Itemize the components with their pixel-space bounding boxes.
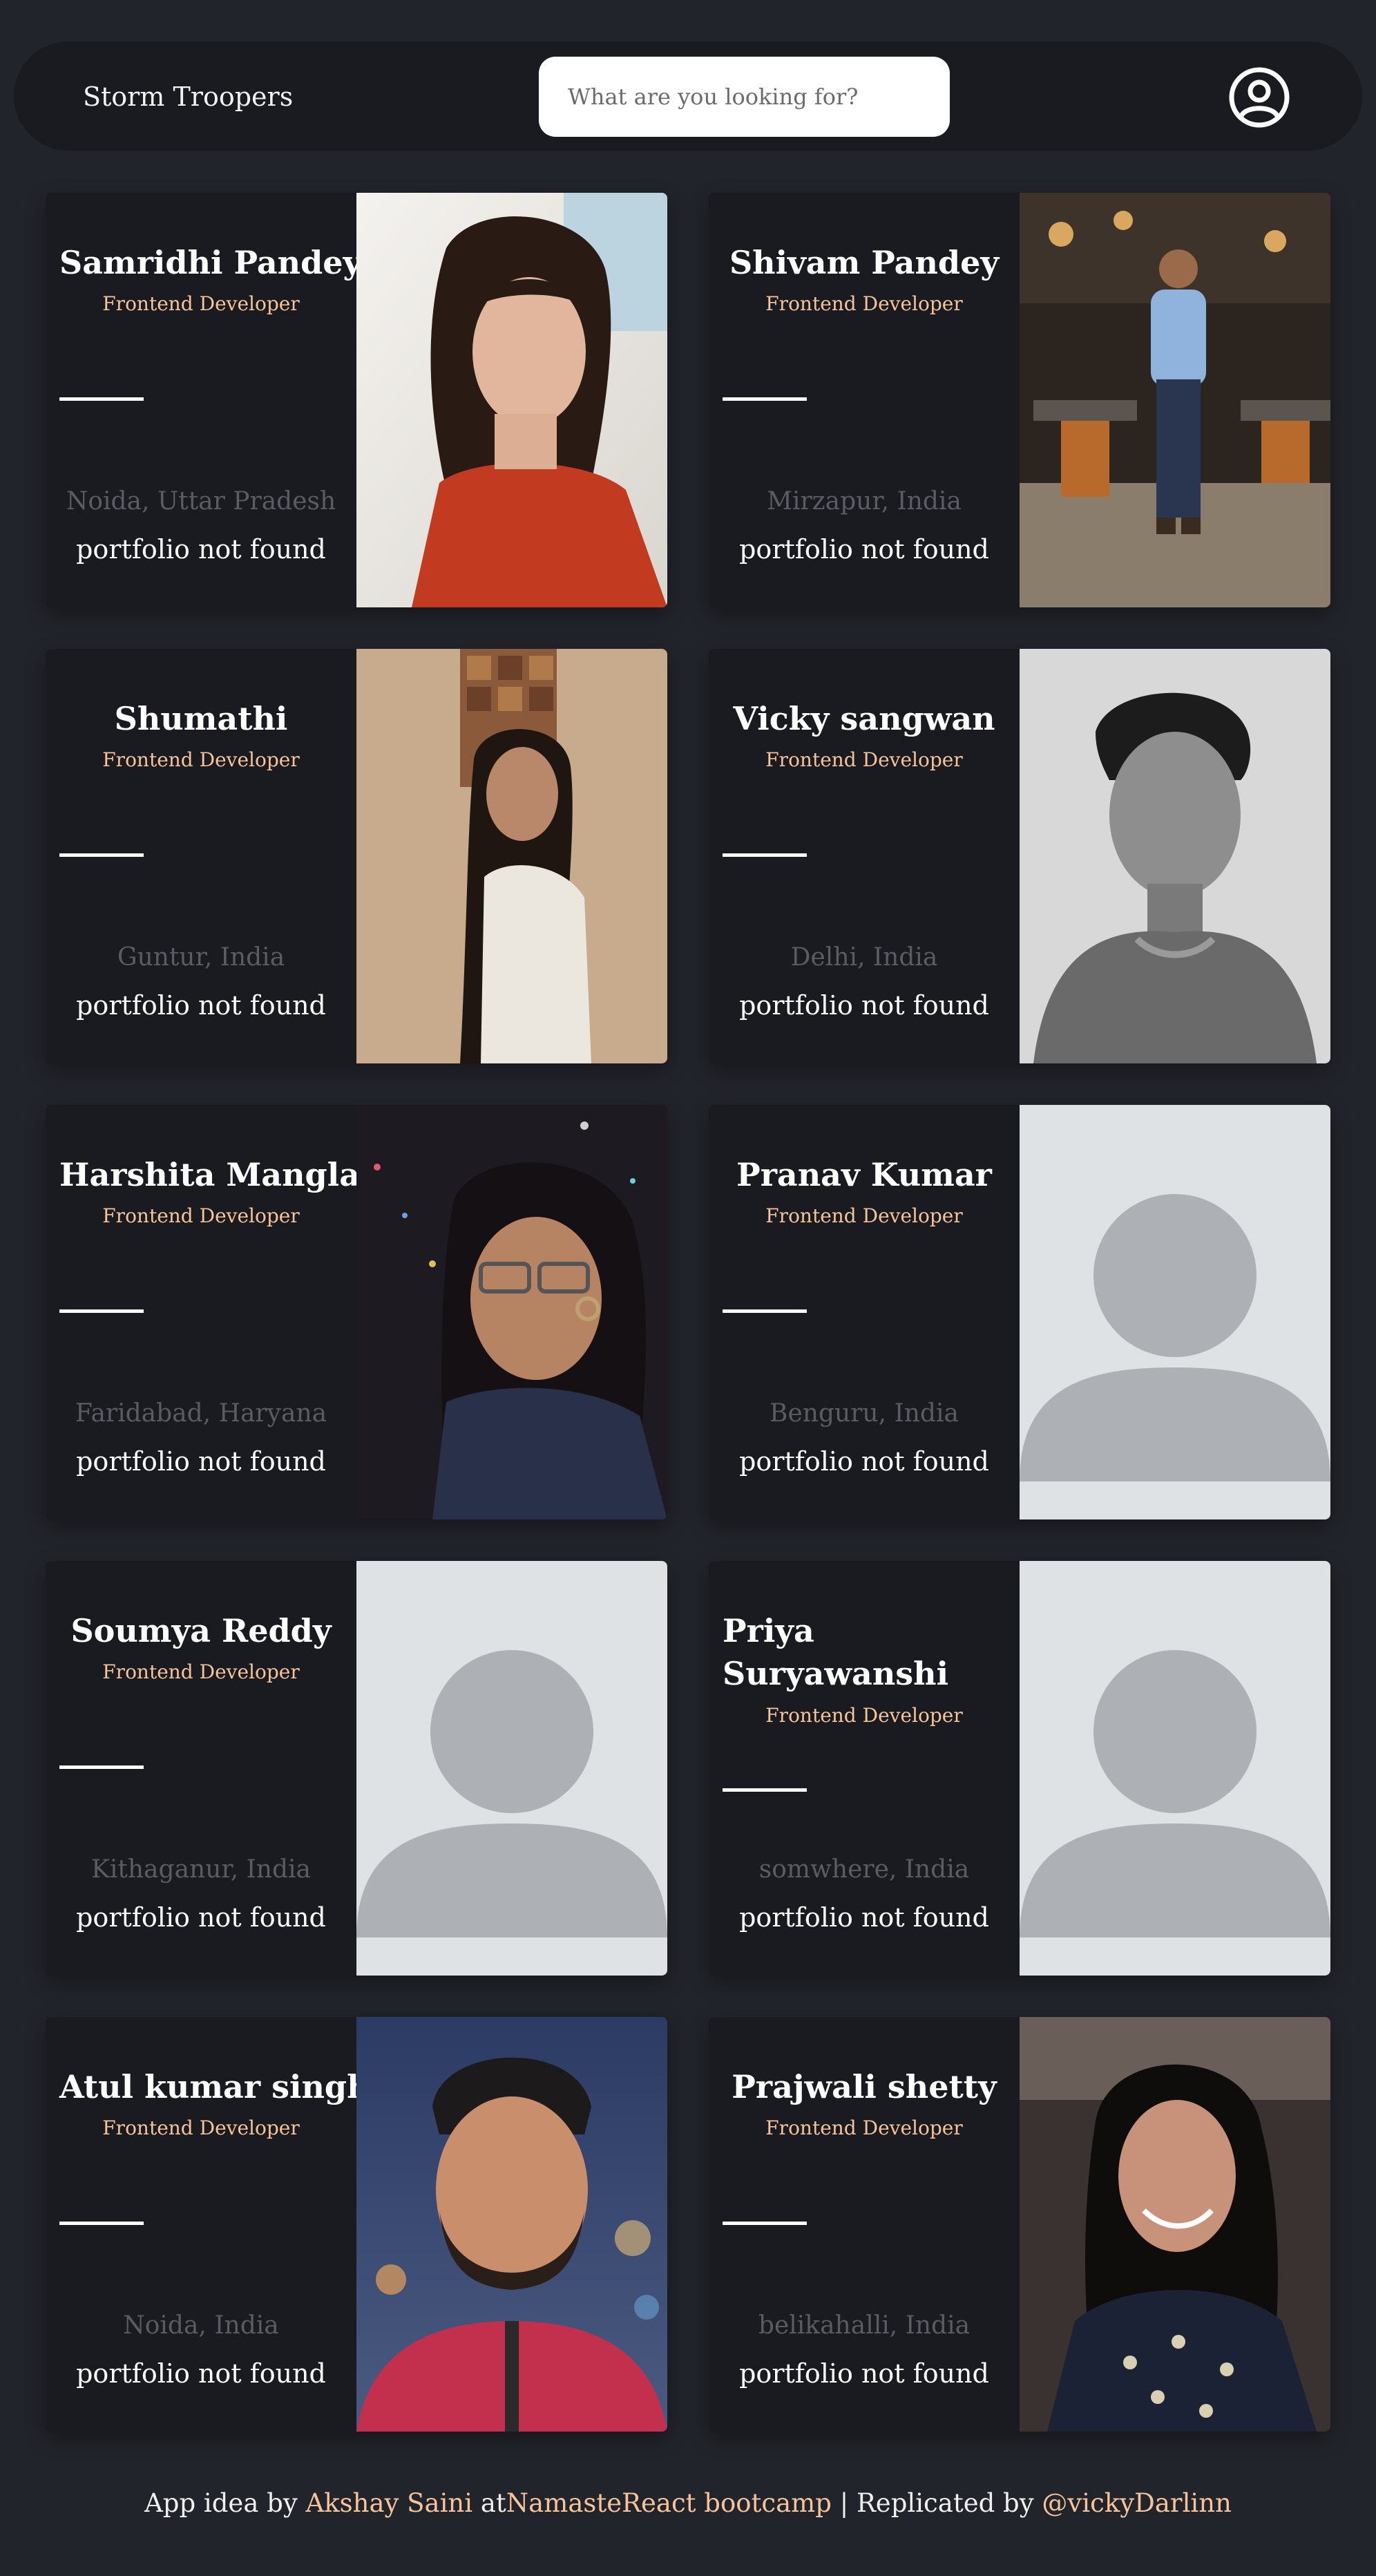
- default-avatar-icon: [356, 1561, 667, 1976]
- portfolio-link[interactable]: portfolio not found: [46, 1446, 356, 1477]
- card-role: Frontend Developer: [765, 1204, 963, 1227]
- card-location: Noida, India: [123, 2311, 279, 2340]
- card-divider: [723, 853, 807, 857]
- profile-photo: [356, 649, 667, 1063]
- card-divider: [723, 397, 807, 401]
- portfolio-link[interactable]: portfolio not found: [709, 1446, 1020, 1477]
- default-avatar-icon: [1020, 1105, 1330, 1519]
- portfolio-link[interactable]: portfolio not found: [46, 2358, 356, 2389]
- card-name: Shivam Pandey: [729, 244, 1000, 281]
- profile-card: Harshita Mangla Frontend Developer Farid…: [46, 1105, 667, 1519]
- profile-card: Priya Suryawanshi Frontend Developer som…: [709, 1561, 1330, 1976]
- profile-card: Prajwali shetty Frontend Developer belik…: [709, 2017, 1330, 2432]
- card-name: Atul kumar singh: [59, 2068, 370, 2105]
- portfolio-link[interactable]: portfolio not found: [709, 1902, 1020, 1933]
- card-location: Noida, Uttar Pradesh: [66, 487, 336, 515]
- author-link[interactable]: Akshay Saini: [306, 2488, 473, 2518]
- portfolio-link[interactable]: portfolio not found: [46, 1902, 356, 1933]
- card-location: Benguru, India: [770, 1399, 959, 1428]
- profile-photo: [1020, 193, 1330, 607]
- card-name: Prajwali shetty: [732, 2068, 997, 2105]
- profile-photo: [1020, 2017, 1330, 2432]
- top-navbar: Storm Troopers: [14, 41, 1362, 151]
- profile-card: Soumya Reddy Frontend Developer Kithagan…: [46, 1561, 667, 1976]
- card-role: Frontend Developer: [765, 2116, 963, 2139]
- card-divider: [59, 2222, 144, 2225]
- search-input[interactable]: [539, 57, 950, 137]
- card-divider: [59, 853, 144, 857]
- portfolio-link[interactable]: portfolio not found: [46, 533, 356, 565]
- card-divider: [723, 1309, 807, 1313]
- card-role: Frontend Developer: [102, 748, 300, 771]
- card-role: Frontend Developer: [765, 1704, 963, 1727]
- profile-card: Vicky sangwan Frontend Developer Delhi, …: [709, 649, 1330, 1063]
- card-name: Samridhi Pandey: [59, 244, 362, 281]
- card-name: Vicky sangwan: [733, 700, 995, 737]
- card-divider: [59, 1765, 144, 1769]
- profile-photo: [1020, 649, 1330, 1063]
- card-location: Guntur, India: [117, 943, 285, 972]
- card-info: Prajwali shetty Frontend Developer belik…: [709, 2017, 1020, 2432]
- card-role: Frontend Developer: [102, 1204, 300, 1227]
- card-info: Shumathi Frontend Developer Guntur, Indi…: [46, 649, 356, 1063]
- default-avatar-icon: [1020, 1561, 1330, 1976]
- footer-prefix: App idea by: [144, 2488, 306, 2518]
- card-info: Atul kumar singh Frontend Developer Noid…: [46, 2017, 370, 2432]
- footer: App idea by Akshay Saini atNamasteReact …: [0, 2488, 1376, 2519]
- card-location: Delhi, India: [790, 943, 938, 972]
- footer-separator: | Replicated by: [831, 2488, 1042, 2518]
- card-location: Mirzapur, India: [767, 487, 962, 515]
- card-divider: [59, 397, 144, 401]
- card-location: Faridabad, Haryana: [75, 1399, 327, 1428]
- card-role: Frontend Developer: [102, 1660, 300, 1683]
- profile-photo: [356, 1105, 667, 1519]
- card-divider: [59, 1309, 144, 1313]
- card-role: Frontend Developer: [765, 292, 963, 315]
- card-info: Vicky sangwan Frontend Developer Delhi, …: [709, 649, 1020, 1063]
- footer-at: at: [472, 2488, 506, 2518]
- card-name: Soumya Reddy: [70, 1612, 332, 1649]
- replicator-link[interactable]: @vickyDarlinn: [1042, 2488, 1232, 2518]
- profile-card: Shivam Pandey Frontend Developer Mirzapu…: [709, 193, 1330, 607]
- profile-photo: [356, 2017, 667, 2432]
- profile-card: Pranav Kumar Frontend Developer Benguru,…: [709, 1105, 1330, 1519]
- card-name: Pranav Kumar: [736, 1156, 992, 1193]
- card-info: Samridhi Pandey Frontend Developer Noida…: [46, 193, 362, 607]
- card-name: Harshita Mangla: [59, 1156, 361, 1193]
- card-name: Shumathi: [114, 700, 288, 737]
- card-info: Soumya Reddy Frontend Developer Kithagan…: [46, 1561, 356, 1976]
- card-location: somwhere, India: [758, 1855, 970, 1884]
- portfolio-link[interactable]: portfolio not found: [709, 533, 1020, 565]
- card-info: Harshita Mangla Frontend Developer Farid…: [46, 1105, 361, 1519]
- card-role: Frontend Developer: [102, 292, 300, 315]
- profile-card: Shumathi Frontend Developer Guntur, Indi…: [46, 649, 667, 1063]
- card-location: Kithaganur, India: [91, 1855, 311, 1884]
- brand-title[interactable]: Storm Troopers: [83, 82, 293, 112]
- portfolio-link[interactable]: portfolio not found: [709, 2358, 1020, 2389]
- profile-card: Atul kumar singh Frontend Developer Noid…: [46, 2017, 667, 2432]
- profile-card: Samridhi Pandey Frontend Developer Noida…: [46, 193, 667, 607]
- card-info: Priya Suryawanshi Frontend Developer som…: [709, 1561, 1020, 1976]
- user-circle-icon[interactable]: [1228, 66, 1290, 129]
- card-info: Shivam Pandey Frontend Developer Mirzapu…: [709, 193, 1020, 607]
- portfolio-link[interactable]: portfolio not found: [709, 989, 1020, 1021]
- card-location: belikahalli, India: [758, 2311, 971, 2340]
- card-divider: [723, 1788, 807, 1792]
- portfolio-link[interactable]: portfolio not found: [46, 989, 356, 1021]
- card-role: Frontend Developer: [765, 748, 963, 771]
- card-info: Pranav Kumar Frontend Developer Benguru,…: [709, 1105, 1020, 1519]
- card-name: Priya Suryawanshi: [723, 1612, 949, 1692]
- card-divider: [723, 2222, 807, 2225]
- bootcamp-link[interactable]: NamasteReact bootcamp: [506, 2488, 832, 2518]
- profile-photo: [356, 193, 667, 607]
- card-role: Frontend Developer: [102, 2116, 300, 2139]
